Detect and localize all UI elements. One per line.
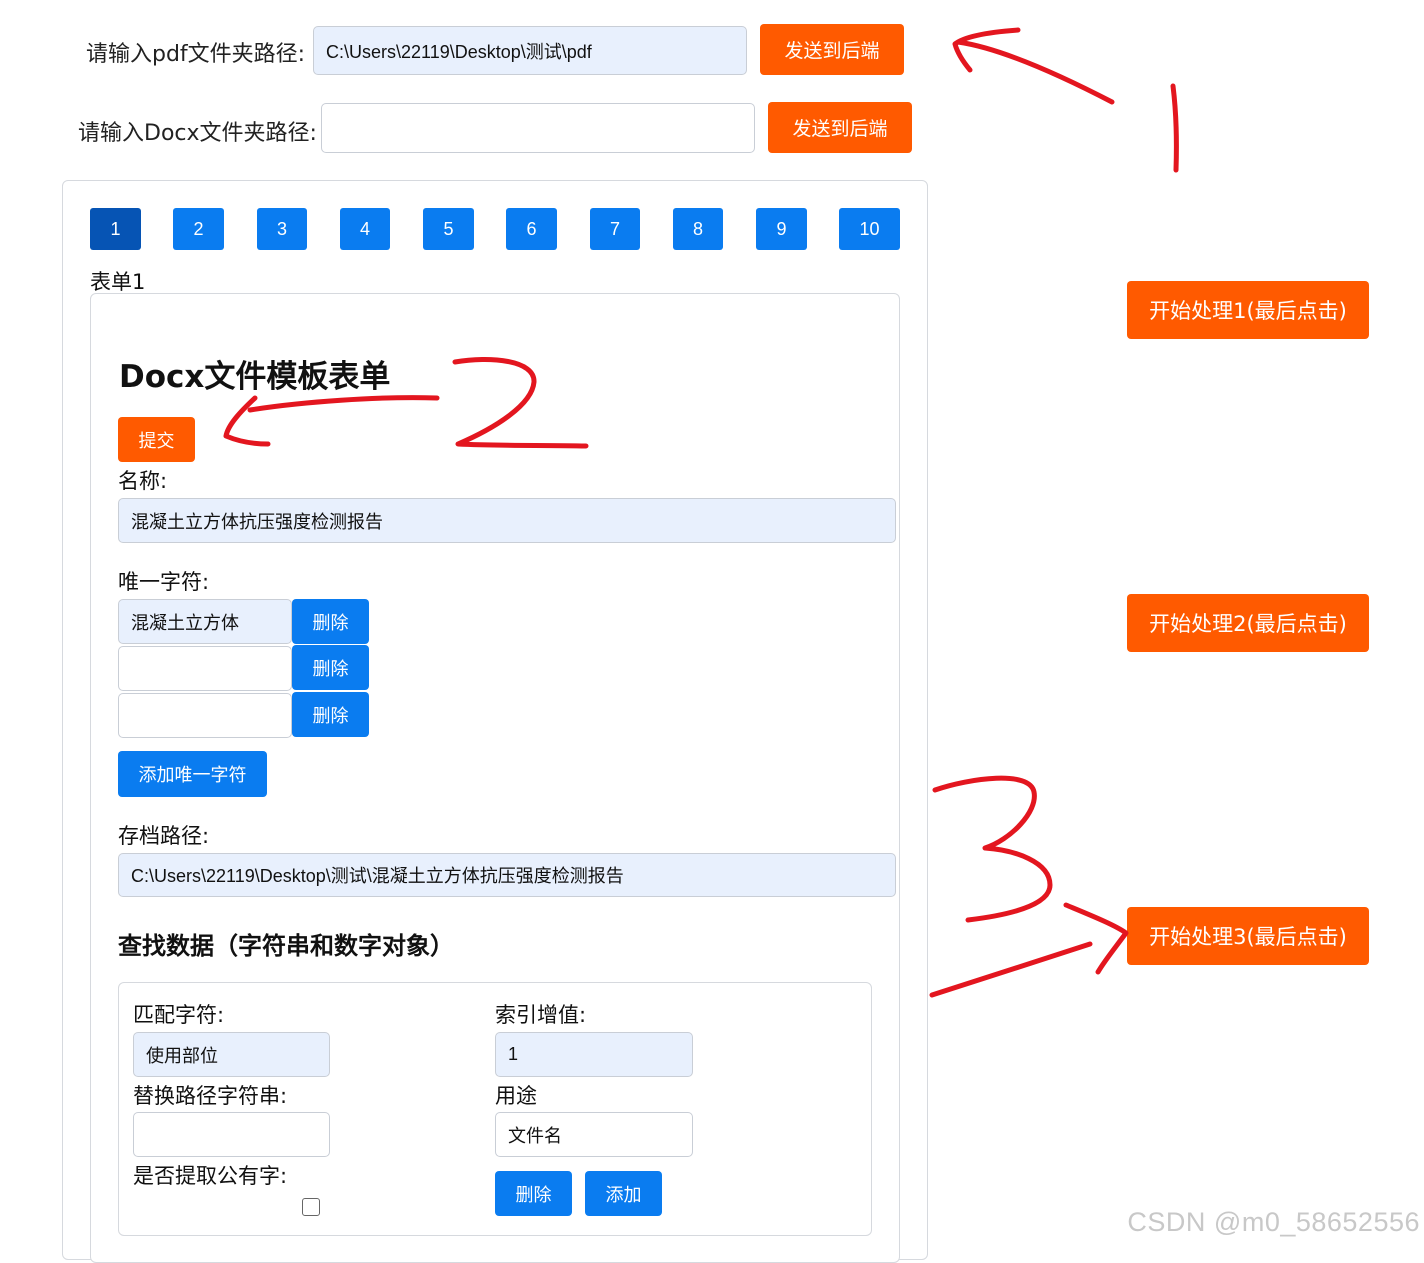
- usage-input[interactable]: 文件名: [495, 1112, 693, 1157]
- page-button-4[interactable]: 4: [340, 208, 390, 250]
- delete-unique-button-2[interactable]: 删除: [292, 645, 369, 690]
- page-button-8[interactable]: 8: [673, 208, 723, 250]
- unique-chars-label: 唯一字符:: [118, 570, 210, 594]
- archive-path-label: 存档路径:: [118, 824, 210, 848]
- docx-path-label: 请输入Docx文件夹路径:: [78, 121, 317, 146]
- extract-common-checkbox[interactable]: [302, 1198, 320, 1216]
- pdf-path-input[interactable]: C:\Users\22119\Desktop\测试\pdf: [313, 26, 747, 75]
- page-button-3[interactable]: 3: [257, 208, 307, 250]
- annotation-arrow-3: [929, 902, 1129, 998]
- row-delete-button[interactable]: 删除: [495, 1171, 572, 1216]
- delete-unique-button-1[interactable]: 删除: [292, 599, 369, 644]
- page-button-5[interactable]: 5: [423, 208, 474, 250]
- pdf-path-label: 请输入pdf文件夹路径:: [86, 42, 306, 67]
- page-button-9[interactable]: 9: [756, 208, 807, 250]
- page-button-2[interactable]: 2: [173, 208, 224, 250]
- annotation-number-3: [932, 775, 1053, 923]
- form-title: Docx文件模板表单: [119, 359, 391, 395]
- extract-common-label: 是否提取公有字:: [133, 1164, 288, 1188]
- start-process-2-button[interactable]: 开始处理2(最后点击): [1127, 594, 1369, 652]
- page-button-7[interactable]: 7: [590, 208, 640, 250]
- page-button-10[interactable]: 10: [839, 208, 900, 250]
- name-input[interactable]: 混凝土立方体抗压强度检测报告: [118, 498, 896, 543]
- page-button-1[interactable]: 1: [90, 208, 141, 250]
- name-label: 名称:: [118, 469, 168, 493]
- unique-char-input-2[interactable]: [118, 646, 292, 691]
- docx-path-input[interactable]: [321, 103, 755, 153]
- usage-label: 用途: [495, 1084, 537, 1108]
- form-tab-label: 表单1: [90, 270, 146, 294]
- page-button-6[interactable]: 6: [506, 208, 557, 250]
- search-data-title: 查找数据（字符串和数字对象）: [118, 932, 454, 960]
- replace-path-label: 替换路径字符串:: [133, 1084, 288, 1108]
- start-process-3-button[interactable]: 开始处理3(最后点击): [1127, 907, 1369, 965]
- watermark-text: CSDN @m0_58652556: [1127, 1207, 1420, 1237]
- unique-char-input-3[interactable]: [118, 693, 292, 738]
- unique-char-input-1[interactable]: 混凝土立方体: [118, 599, 292, 644]
- index-increment-label: 索引增值:: [495, 1003, 587, 1027]
- delete-unique-button-3[interactable]: 删除: [292, 692, 369, 737]
- send-docx-button[interactable]: 发送到后端: [768, 102, 912, 153]
- replace-path-input[interactable]: [133, 1112, 330, 1157]
- index-increment-input[interactable]: 1: [495, 1032, 693, 1077]
- annotation-number-1: [1170, 83, 1179, 173]
- archive-path-input[interactable]: C:\Users\22119\Desktop\测试\混凝土立方体抗压强度检测报告: [118, 853, 896, 897]
- submit-button[interactable]: 提交: [118, 417, 195, 462]
- annotation-arrow-1: [952, 27, 1115, 105]
- match-chars-input[interactable]: 使用部位: [133, 1032, 330, 1077]
- add-unique-char-button[interactable]: 添加唯一字符: [118, 751, 267, 797]
- start-process-1-button[interactable]: 开始处理1(最后点击): [1127, 281, 1369, 339]
- row-add-button[interactable]: 添加: [585, 1171, 662, 1216]
- match-chars-label: 匹配字符:: [133, 1003, 225, 1027]
- send-pdf-button[interactable]: 发送到后端: [760, 24, 904, 75]
